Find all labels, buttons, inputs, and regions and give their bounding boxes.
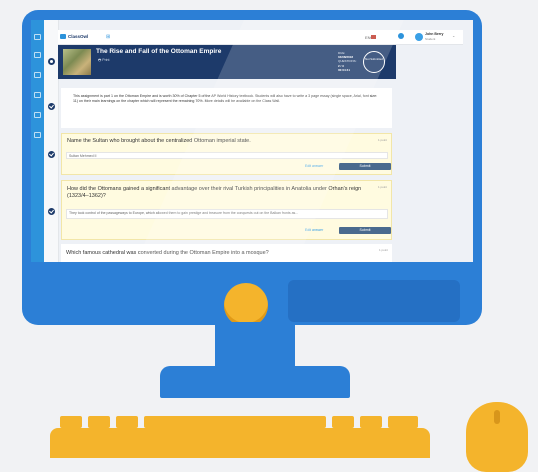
user-name: John Berry <box>425 32 444 36</box>
settings-icon[interactable] <box>34 132 41 138</box>
grid-icon[interactable]: ⊞ <box>106 34 110 40</box>
progress-step-done-icon <box>48 151 55 158</box>
owl-logo-icon <box>60 34 66 39</box>
mouse-wheel <box>494 410 500 424</box>
chat-icon[interactable] <box>34 112 41 118</box>
keyboard-key <box>332 416 354 428</box>
menu-icon[interactable] <box>34 34 41 40</box>
keyboard-key <box>116 416 138 428</box>
question-points: 1 point <box>377 185 387 189</box>
keyboard-key <box>388 416 418 428</box>
print-link[interactable]: 🖶 Print <box>98 58 109 64</box>
question-points: 1 point <box>378 248 388 252</box>
avatar[interactable] <box>415 33 423 41</box>
progress-step-done-icon <box>48 103 55 110</box>
progress-step-done-icon <box>48 208 55 215</box>
submit-button[interactable]: Submit <box>339 163 391 170</box>
app-name[interactable]: ClassOwl <box>68 34 88 39</box>
question-progress-rail <box>44 20 59 262</box>
progress-step-open-icon <box>48 58 55 65</box>
assignment-thumbnail <box>63 49 91 75</box>
keyboard-base <box>50 428 430 458</box>
monitor-neck <box>215 322 295 370</box>
question-points: 1 point <box>377 138 387 142</box>
user-role: Student <box>425 37 436 41</box>
assignment-title: The Rise and Fall of the Ottoman Empire <box>96 48 222 55</box>
power-button-icon <box>224 283 268 327</box>
monitor-stand <box>160 366 350 398</box>
notification-icon[interactable] <box>398 33 404 39</box>
print-label: Print <box>102 58 110 62</box>
keyboard-key <box>88 416 110 428</box>
keyboard-key <box>360 416 382 428</box>
keyboard-spacebar <box>144 416 326 428</box>
keyboard-key <box>60 416 82 428</box>
submit-button[interactable]: Submit <box>339 227 391 234</box>
calendar-icon[interactable] <box>34 92 41 98</box>
list-icon[interactable] <box>34 72 41 78</box>
app-sidebar <box>31 20 44 262</box>
monitor-panel <box>288 280 460 322</box>
home-icon[interactable] <box>34 52 41 58</box>
chevron-down-icon[interactable]: ⌄ <box>452 33 455 38</box>
